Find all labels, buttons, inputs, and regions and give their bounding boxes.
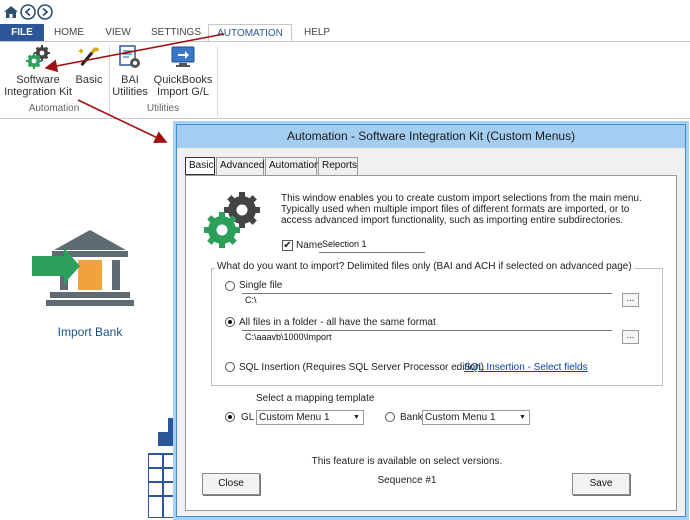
basic-tab-panel: This window enables you to create custom…	[185, 175, 677, 511]
single-file-path-field[interactable]: C:\	[242, 293, 612, 308]
basic-button[interactable]: Basic	[74, 44, 104, 86]
save-button[interactable]: Save	[572, 473, 630, 495]
bai-utilities-label-2: Utilities	[112, 86, 148, 98]
feature-availability-note: This feature is available on select vers…	[311, 456, 503, 467]
folder-browse-button[interactable]: ...	[622, 330, 639, 344]
software-integration-kit-label-1: Software	[16, 74, 60, 86]
tab-reports[interactable]: Reports	[318, 157, 358, 175]
gl-template-select[interactable]: Custom Menu 1 ▼	[256, 410, 364, 425]
gl-label: GL	[241, 412, 255, 423]
sql-insertion-radio[interactable]	[225, 362, 235, 372]
tab-help[interactable]: HELP	[297, 24, 337, 42]
tab-basic[interactable]: Basic	[185, 157, 215, 175]
forward-icon[interactable]	[37, 4, 53, 20]
back-icon[interactable]	[20, 4, 36, 20]
close-button[interactable]: Close	[202, 473, 260, 495]
chevron-down-icon: ▼	[353, 414, 360, 421]
gl-template-value: Custom Menu 1	[259, 412, 330, 423]
automation-group-label: Automation	[28, 103, 80, 114]
name-field[interactable]: Selection 1	[319, 238, 425, 253]
bank-label: Bank	[400, 412, 423, 423]
tab-settings[interactable]: SETTINGS	[148, 24, 204, 42]
import-bank-label[interactable]: Import Bank	[35, 325, 145, 339]
all-files-folder-label: All files in a folder - all have the sam…	[239, 317, 436, 328]
quickbooks-import-label-2: Import G/L	[157, 86, 209, 98]
name-checkbox[interactable]: ✔	[282, 240, 293, 251]
bank-radio[interactable]	[385, 412, 395, 422]
ribbon-separator	[217, 46, 218, 116]
import-question: What do you want to import? Delimited fi…	[215, 261, 634, 272]
bank-building-icon[interactable]	[30, 222, 150, 312]
monitor-import-icon	[171, 46, 195, 67]
ribbon-separator	[109, 46, 110, 116]
tab-home[interactable]: HOME	[46, 24, 92, 42]
home-icon[interactable]	[3, 4, 19, 20]
magic-wand-icon	[78, 47, 100, 67]
gears-icon	[204, 192, 260, 248]
document-gear-icon	[119, 45, 140, 68]
software-integration-kit-button[interactable]: Software Integration Kit	[4, 44, 72, 98]
bank-template-value: Custom Menu 1	[425, 412, 496, 423]
software-integration-kit-dialog: Automation - Software Integration Kit (C…	[176, 124, 686, 517]
sql-insertion-label: SQL Insertion (Requires SQL Server Proce…	[239, 362, 484, 373]
all-files-folder-radio[interactable]	[225, 317, 235, 327]
spreadsheet-icon	[148, 418, 178, 518]
quick-access-toolbar	[0, 0, 690, 24]
single-file-label: Single file	[239, 280, 283, 291]
software-integration-kit-label-2: Integration Kit	[4, 86, 72, 98]
utilities-group-label: Utilities	[146, 103, 180, 114]
tab-file[interactable]: FILE	[0, 24, 44, 42]
bai-utilities-button[interactable]: BAI Utilities	[112, 44, 148, 98]
ribbon: Software Integration Kit Basic Automatio…	[0, 41, 690, 119]
bai-utilities-label-1: BAI	[121, 74, 139, 86]
gears-icon	[26, 45, 50, 69]
tab-view[interactable]: VIEW	[95, 24, 141, 42]
chevron-down-icon: ▼	[519, 414, 526, 421]
bank-template-select[interactable]: Custom Menu 1 ▼	[422, 410, 530, 425]
mapping-template-label: Select a mapping template	[256, 393, 375, 404]
ribbon-tab-bar: FILE HOME VIEW SETTINGS AUTOMATION HELP	[0, 24, 690, 42]
quickbooks-import-button[interactable]: QuickBooks Import G/L	[152, 44, 214, 98]
dialog-title: Automation - Software Integration Kit (C…	[177, 125, 685, 148]
tab-automation[interactable]: Automation	[265, 157, 320, 175]
sql-insertion-select-fields-link[interactable]: SQL Insertion - Select fields	[464, 362, 588, 373]
quickbooks-import-label-1: QuickBooks	[153, 74, 213, 86]
basic-label: Basic	[75, 74, 103, 86]
tab-automation[interactable]: AUTOMATION	[208, 24, 292, 42]
dialog-description: This window enables you to create custom…	[281, 193, 642, 226]
sequence-label: Sequence #1	[377, 475, 437, 486]
tab-advanced[interactable]: Advanced	[216, 157, 264, 175]
gl-radio[interactable]	[225, 412, 235, 422]
folder-path-field[interactable]: C:\aaavb\1000\Import	[242, 330, 612, 345]
single-file-browse-button[interactable]: ...	[622, 293, 639, 307]
single-file-radio[interactable]	[225, 281, 235, 291]
